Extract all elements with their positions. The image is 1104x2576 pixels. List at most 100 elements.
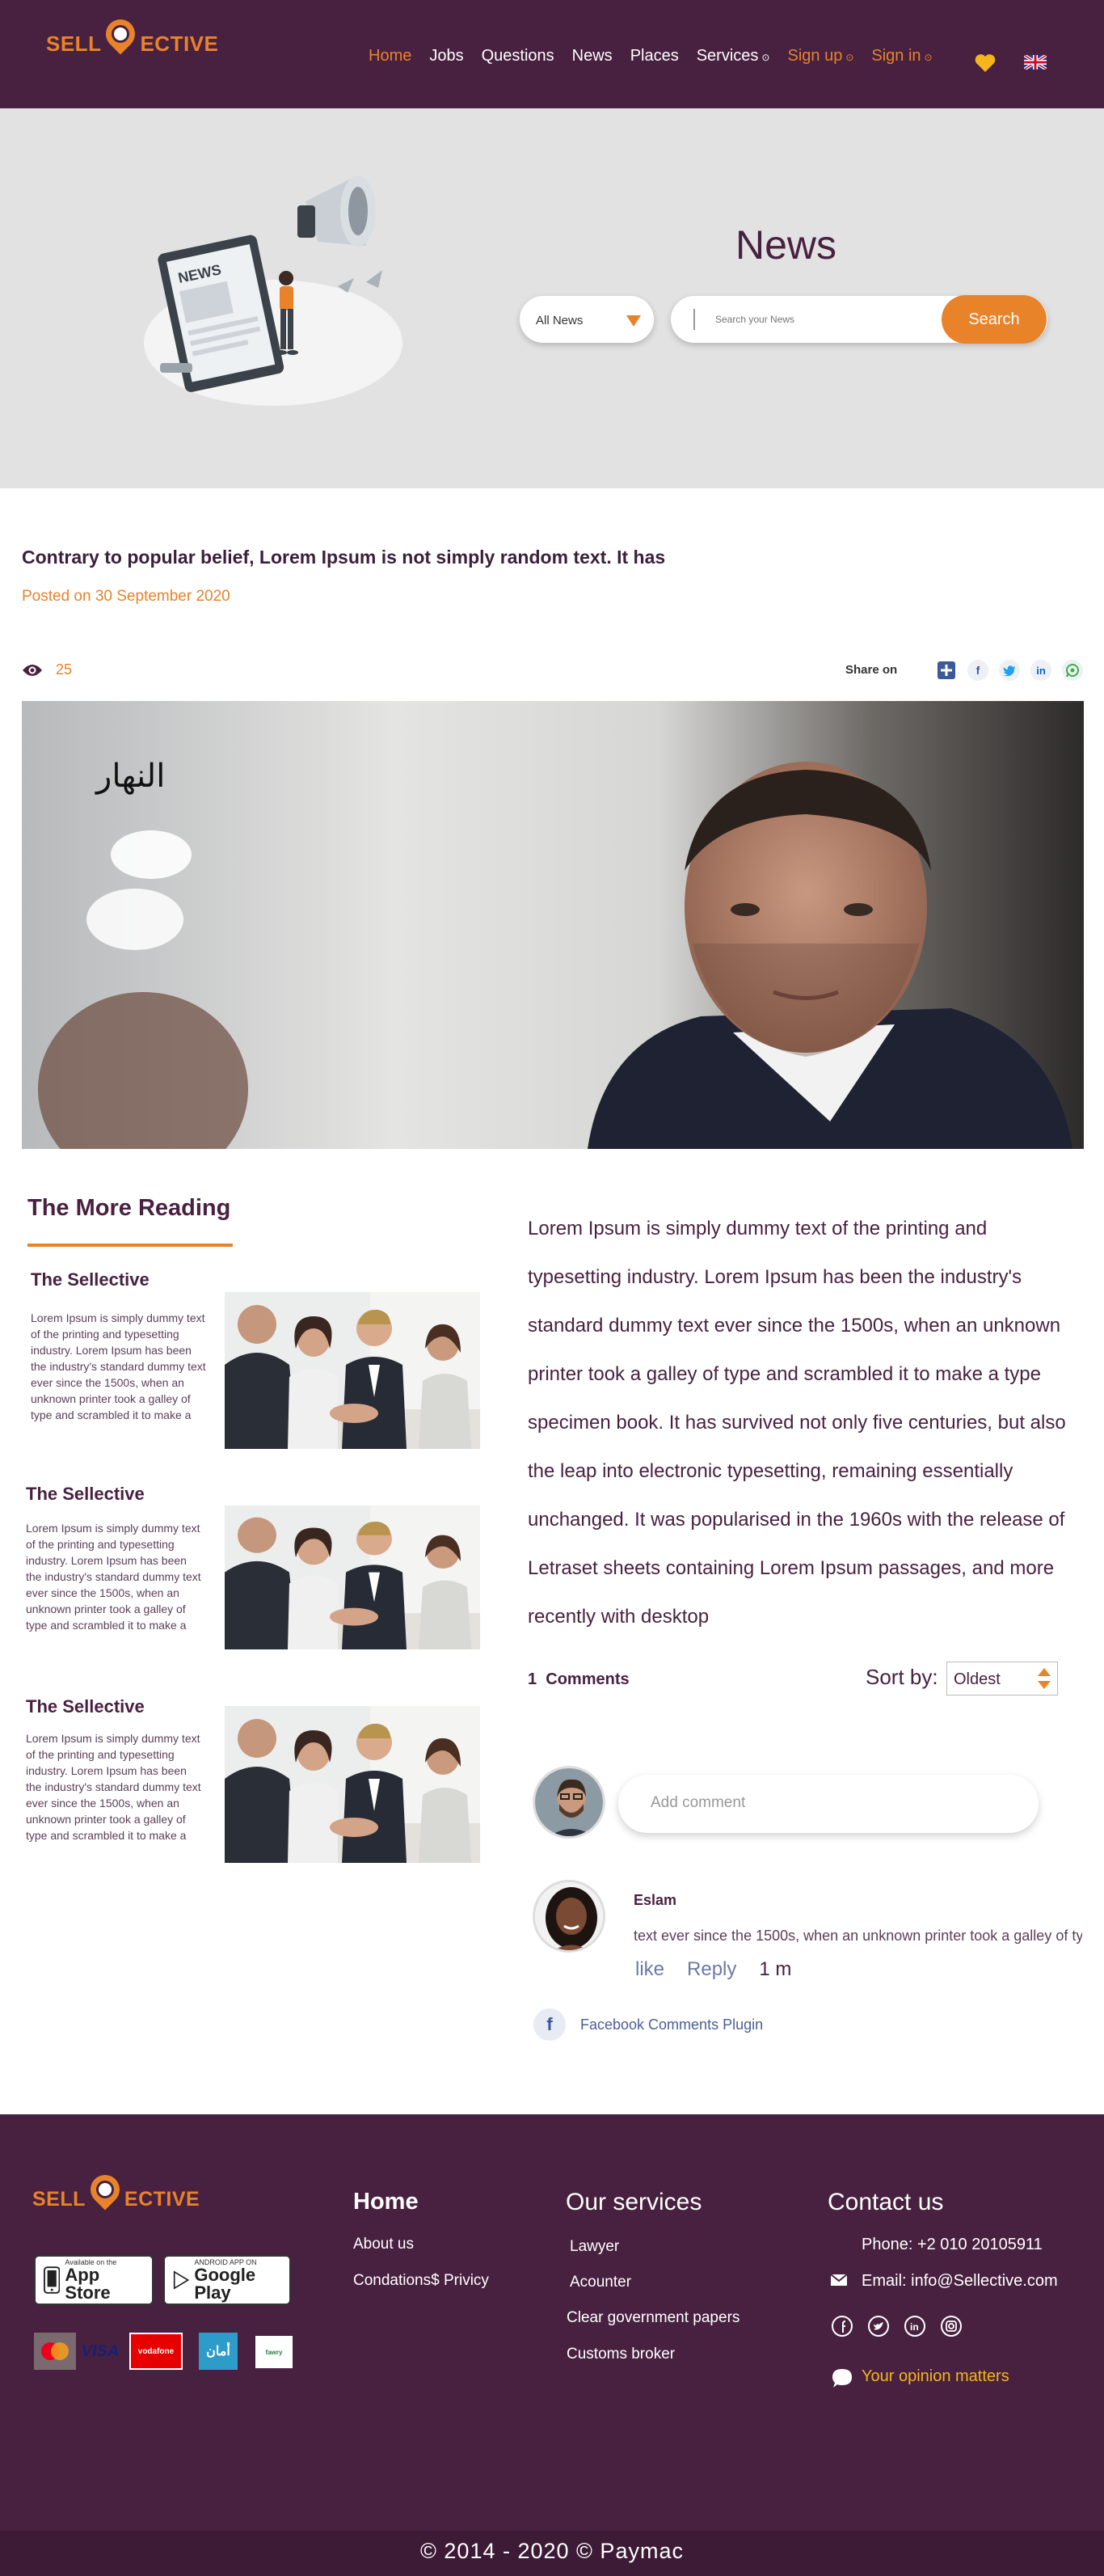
nav-jobs[interactable]: Jobs xyxy=(429,47,463,65)
business-team-photo xyxy=(225,1505,480,1649)
footer-link-acounter[interactable]: Acounter xyxy=(570,2274,631,2291)
facebook-icon: f xyxy=(533,2008,566,2041)
facebook-icon[interactable] xyxy=(831,2315,853,2337)
article-image: النهار xyxy=(22,701,1084,1149)
footer-services-heading: Our services xyxy=(566,2189,702,2215)
chevron-down-icon xyxy=(1038,1681,1051,1689)
nav-questions[interactable]: Questions xyxy=(482,47,554,65)
contact-email: Email: info@Sellective.com xyxy=(862,2272,1058,2290)
nav-signin[interactable]: Sign in ⊙ xyxy=(871,47,932,65)
commenter-avatar xyxy=(533,1880,605,1953)
app-store-big: App Store xyxy=(65,2264,111,2303)
more-reading-underline xyxy=(27,1244,233,1247)
google-play-big: Google Play xyxy=(194,2264,256,2303)
reading-card-image[interactable] xyxy=(225,1292,480,1449)
share-label: Share on xyxy=(845,663,898,677)
sort-select-value: Oldest xyxy=(954,1670,1001,1688)
nav-services[interactable]: Services ⊙ xyxy=(697,47,770,65)
facebook-icon[interactable]: f xyxy=(967,660,988,681)
chat-bubble-icon xyxy=(832,2369,852,2388)
reading-card-text: Lorem Ipsum is simply dummy text of the … xyxy=(26,1522,201,1632)
chevron-up-icon xyxy=(1038,1668,1051,1676)
whatsapp-icon[interactable] xyxy=(1062,660,1083,681)
like-button[interactable]: like xyxy=(635,1958,664,1981)
comments-count-label: Comments xyxy=(546,1670,630,1688)
reading-card-title[interactable]: The Sellective xyxy=(31,1269,150,1290)
nav-places[interactable]: Places xyxy=(630,47,679,65)
heart-icon[interactable] xyxy=(974,53,997,73)
share-icons: f in xyxy=(936,660,1083,681)
chevron-down-icon xyxy=(626,315,641,327)
facebook-comments-plugin[interactable]: f Facebook Comments Plugin xyxy=(533,2008,763,2041)
main-nav: Home Jobs Questions News Places Services… xyxy=(369,47,950,65)
footer-link-privacy[interactable]: Condations$ Privicy xyxy=(353,2272,489,2290)
sort-select[interactable]: Oldest xyxy=(946,1662,1058,1696)
facebook-plugin-label: Facebook Comments Plugin xyxy=(580,2016,764,2033)
current-user-avatar xyxy=(533,1766,605,1839)
twitter-icon[interactable] xyxy=(999,660,1020,681)
business-team-photo xyxy=(225,1706,480,1863)
reading-card-text: Lorem Ipsum is simply dummy text of the … xyxy=(26,1732,201,1842)
eye-icon xyxy=(23,664,42,676)
footer-home-heading: Home xyxy=(353,2189,419,2215)
google-play-badge[interactable]: ANDROID APP ON Google Play xyxy=(163,2255,291,2305)
aman-icon: أمان xyxy=(199,2333,238,2370)
search-input[interactable] xyxy=(715,310,933,328)
reply-button[interactable]: Reply xyxy=(687,1958,736,1981)
news-megaphone-illustration: NEWS xyxy=(144,175,402,406)
comment-text: text ever since the 1500s, when an unkno… xyxy=(634,1928,1082,1944)
article-title: Contrary to popular belief, Lorem Ipsum … xyxy=(22,547,666,568)
phone-icon xyxy=(44,2266,61,2294)
reading-card-text: Lorem Ipsum is simply dummy text of the … xyxy=(31,1311,206,1421)
text-caret xyxy=(693,309,695,330)
site-header: SELL ECTIVE Home Jobs Questions News Pla… xyxy=(0,0,1104,108)
twitter-icon[interactable] xyxy=(867,2315,890,2337)
footer-link-customs[interactable]: Customs broker xyxy=(567,2346,675,2363)
logo[interactable]: SELL ECTIVE xyxy=(46,13,218,68)
dropdown-icon: ⊙ xyxy=(924,52,933,63)
footer-link-lawyer[interactable]: Lawyer xyxy=(570,2238,619,2256)
logo-text-left: SELL xyxy=(32,2187,86,2211)
view-count: 25 xyxy=(22,661,72,678)
reading-card-title[interactable]: The Sellective xyxy=(26,1484,145,1505)
add-comment-input[interactable]: Add comment xyxy=(618,1775,1039,1833)
nav-signup[interactable]: Sign up ⊙ xyxy=(787,47,853,65)
logo-pin-icon xyxy=(84,2168,126,2223)
envelope-icon xyxy=(831,2274,847,2286)
nav-services-label: Services xyxy=(696,47,759,65)
play-icon xyxy=(173,2270,190,2290)
comments-count-value: 1 xyxy=(528,1670,537,1688)
reading-card-title[interactable]: The Sellective xyxy=(26,1696,145,1717)
instagram-icon[interactable] xyxy=(940,2315,963,2337)
view-count-value: 25 xyxy=(56,661,73,678)
plus-share-icon[interactable] xyxy=(936,660,957,681)
category-select-value: All News xyxy=(536,314,584,327)
visa-icon: VISA xyxy=(81,2342,120,2360)
reading-card-image[interactable] xyxy=(225,1505,480,1649)
app-store-badge[interactable]: Available on the App Store xyxy=(34,2255,154,2305)
uk-flag-icon[interactable] xyxy=(1024,55,1047,70)
reading-card-image[interactable] xyxy=(225,1706,480,1863)
footer-link-government[interactable]: Clear government papers xyxy=(567,2309,740,2327)
nav-signup-label: Sign up xyxy=(787,47,843,65)
search-button[interactable]: Search xyxy=(942,295,1047,344)
sort-label: Sort by: xyxy=(866,1665,938,1689)
comment-actions: like Reply 1 m xyxy=(635,1958,791,1981)
image-watermark: النهار xyxy=(96,758,166,795)
business-team-photo xyxy=(225,1292,480,1449)
footer-logo[interactable]: SELL ECTIVE xyxy=(32,2168,200,2223)
linkedin-icon[interactable]: in xyxy=(1030,660,1051,681)
nav-signin-label: Sign in xyxy=(871,47,921,65)
fawry-icon: fawry xyxy=(255,2336,293,2368)
footer-link-about[interactable]: About us xyxy=(353,2236,414,2253)
opinion-link[interactable]: Your opinion matters xyxy=(862,2367,1009,2386)
linkedin-icon[interactable]: in xyxy=(904,2315,926,2337)
news-category-select[interactable]: All News xyxy=(520,296,654,343)
hero-section: NEWS News All News Search your News Sear… xyxy=(0,108,1104,488)
copyright: © 2014 - 2020 © Paymac xyxy=(420,2539,684,2563)
nav-news[interactable]: News xyxy=(572,47,613,65)
logo-text-left: SELL xyxy=(46,31,102,56)
nav-home[interactable]: Home xyxy=(369,47,411,65)
dropdown-icon: ⊙ xyxy=(845,52,854,63)
comment-author[interactable]: Eslam xyxy=(634,1892,676,1909)
